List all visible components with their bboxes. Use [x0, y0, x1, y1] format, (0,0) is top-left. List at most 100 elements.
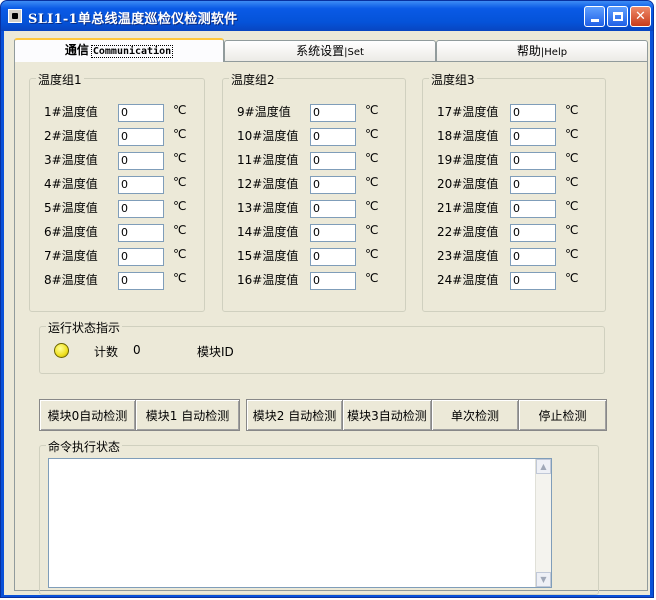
scroll-up-icon[interactable]: ▲	[536, 459, 551, 474]
maximize-button[interactable]	[607, 6, 628, 27]
tab-help[interactable]: 帮助|Help	[436, 40, 648, 61]
temp-label: 11#温度值	[237, 153, 299, 167]
single-detect-button[interactable]: 单次检测	[431, 399, 519, 431]
celsius-unit: ℃	[173, 151, 187, 165]
temp-value-field[interactable]: 0	[118, 272, 164, 290]
celsius-unit: ℃	[365, 223, 379, 237]
tab-label: 系统设置	[296, 44, 345, 58]
temp-label: 21#温度值	[437, 201, 499, 215]
temp-value-field[interactable]: 0	[510, 248, 556, 266]
temp-value-field[interactable]: 0	[118, 248, 164, 266]
celsius-unit: ℃	[365, 247, 379, 261]
vertical-scrollbar[interactable]: ▲ ▼	[535, 459, 551, 587]
temp-label: 24#温度值	[437, 273, 499, 287]
stop-detect-button[interactable]: 停止检测	[518, 399, 607, 431]
title-bar[interactable]: SLI1-1单总线温度巡检仪检测软件 ✕	[1, 1, 653, 31]
temp-value-field[interactable]: 0	[118, 128, 164, 146]
celsius-unit: ℃	[365, 127, 379, 141]
group-title: 温度组1	[36, 71, 84, 88]
celsius-unit: ℃	[173, 247, 187, 261]
app-icon[interactable]	[8, 9, 22, 23]
temp-label: 7#温度值	[44, 249, 98, 263]
celsius-unit: ℃	[173, 271, 187, 285]
celsius-unit: ℃	[565, 127, 579, 141]
module3-auto-detect-button[interactable]: 模块3自动检测	[342, 399, 432, 431]
temp-label: 12#温度值	[237, 177, 299, 191]
temp-value-field[interactable]: 0	[510, 176, 556, 194]
tab-label: 帮助	[516, 44, 541, 58]
tab-settings[interactable]: 系统设置|Set	[224, 40, 436, 61]
window-title: SLI1-1单总线温度巡检仪检测软件	[28, 12, 238, 27]
celsius-unit: ℃	[565, 151, 579, 165]
celsius-unit: ℃	[173, 199, 187, 213]
status-group: 运行状态指示	[39, 319, 605, 374]
temp-label: 14#温度值	[237, 225, 299, 239]
temp-value-field[interactable]: 0	[510, 128, 556, 146]
celsius-unit: ℃	[565, 223, 579, 237]
count-value: 0	[133, 343, 141, 357]
minimize-button[interactable]	[584, 6, 605, 27]
temp-value-field[interactable]: 0	[310, 224, 356, 242]
temp-label: 1#温度值	[44, 105, 98, 119]
temp-value-field[interactable]: 0	[310, 272, 356, 290]
group-title: 温度组3	[429, 71, 477, 88]
temp-value-field[interactable]: 0	[118, 200, 164, 218]
temp-value-field[interactable]: 0	[510, 224, 556, 242]
temp-value-field[interactable]: 0	[310, 176, 356, 194]
temp-value-field[interactable]: 0	[510, 200, 556, 218]
temp-value-field[interactable]: 0	[118, 104, 164, 122]
temp-label: 17#温度值	[437, 105, 499, 119]
temp-value-field[interactable]: 0	[510, 272, 556, 290]
celsius-unit: ℃	[365, 103, 379, 117]
celsius-unit: ℃	[565, 103, 579, 117]
maximize-icon	[612, 12, 623, 21]
celsius-unit: ℃	[173, 127, 187, 141]
temp-value-field[interactable]: 0	[310, 104, 356, 122]
temp-value-field[interactable]: 0	[310, 200, 356, 218]
command-status-text	[49, 459, 551, 463]
temp-label: 13#温度值	[237, 201, 299, 215]
temp-value-field[interactable]: 0	[118, 224, 164, 242]
temp-value-field[interactable]: 0	[510, 104, 556, 122]
temp-label: 9#温度值	[237, 105, 291, 119]
temp-value-field[interactable]: 0	[310, 128, 356, 146]
module0-auto-detect-button[interactable]: 模块0自动检测	[39, 399, 136, 431]
celsius-unit: ℃	[365, 271, 379, 285]
celsius-unit: ℃	[565, 175, 579, 189]
app-window: SLI1-1单总线温度巡检仪检测软件 ✕ 通信 Communication 系统设…	[0, 0, 654, 598]
celsius-unit: ℃	[565, 271, 579, 285]
temp-label: 18#温度值	[437, 129, 499, 143]
client-area: 通信 Communication 系统设置|Set 帮助|Help 温度组1 温度…	[4, 31, 650, 595]
count-label: 计数	[94, 345, 119, 359]
status-led-icon	[54, 343, 69, 358]
temp-label: 20#温度值	[437, 177, 499, 191]
group-title: 温度组2	[229, 71, 277, 88]
tab-communication[interactable]: 通信 Communication	[14, 38, 224, 62]
temp-value-field[interactable]: 0	[310, 152, 356, 170]
temp-label: 4#温度值	[44, 177, 98, 191]
temp-value-field[interactable]: 0	[310, 248, 356, 266]
temp-value-field[interactable]: 0	[118, 176, 164, 194]
celsius-unit: ℃	[365, 151, 379, 165]
celsius-unit: ℃	[365, 199, 379, 213]
scroll-down-icon[interactable]: ▼	[536, 572, 551, 587]
temp-label: 5#温度值	[44, 201, 98, 215]
group-title: 命令执行状态	[46, 438, 123, 455]
temp-label: 15#温度值	[237, 249, 299, 263]
temp-value-field[interactable]: 0	[510, 152, 556, 170]
group-title: 运行状态指示	[46, 319, 123, 336]
tab-label: 通信	[64, 43, 89, 57]
temp-label: 2#温度值	[44, 129, 98, 143]
temp-label: 6#温度值	[44, 225, 98, 239]
minimize-icon	[590, 19, 599, 22]
module1-auto-detect-button[interactable]: 模块1 自动检测	[135, 399, 240, 431]
celsius-unit: ℃	[565, 199, 579, 213]
temp-label: 16#温度值	[237, 273, 299, 287]
celsius-unit: ℃	[173, 223, 187, 237]
module2-auto-detect-button[interactable]: 模块2 自动检测	[246, 399, 343, 431]
tab-sublabel: |Help	[540, 47, 568, 58]
command-status-textarea[interactable]: ▲ ▼	[48, 458, 552, 588]
temp-value-field[interactable]: 0	[118, 152, 164, 170]
module-id-label: 模块ID	[197, 345, 234, 359]
close-button[interactable]: ✕	[630, 6, 651, 27]
